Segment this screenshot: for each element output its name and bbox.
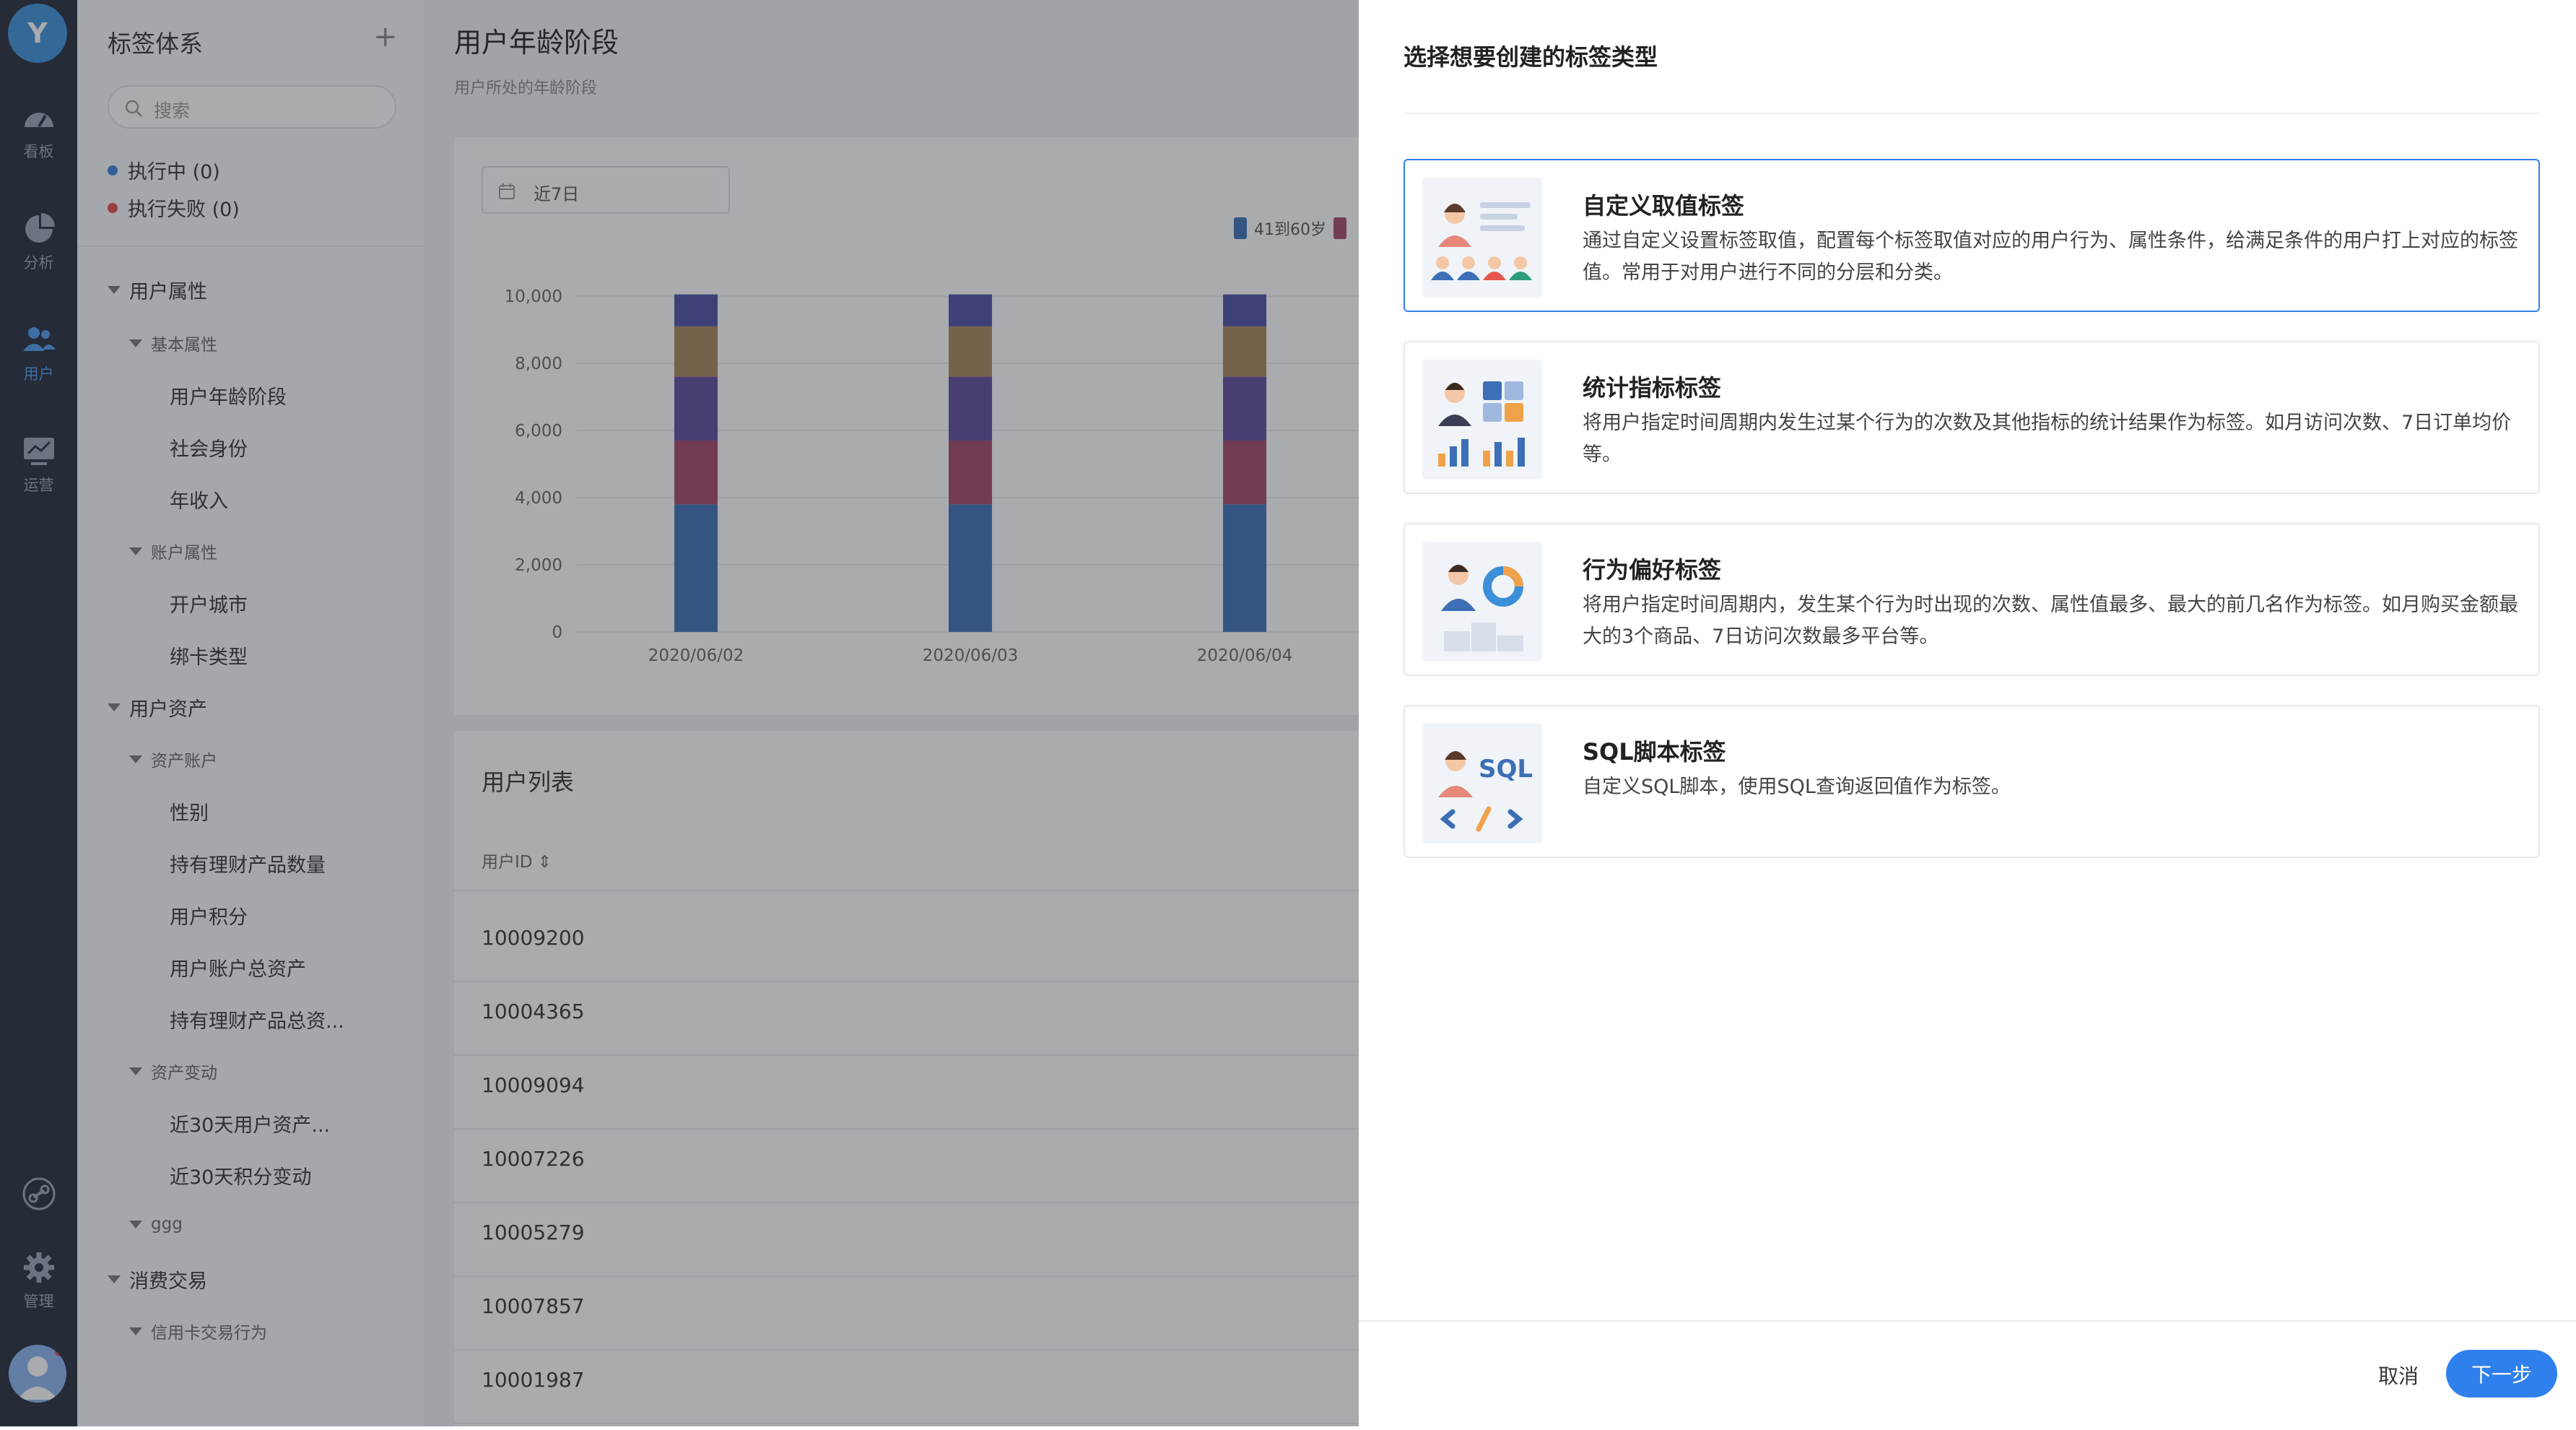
sql-illustration-icon: SQL bbox=[1422, 724, 1542, 844]
preference-illustration-icon bbox=[1422, 542, 1542, 662]
option-custom-value[interactable]: 自定义取值标签 通过自定义设置标签取值，配置每个标签取值对应的用户行为、属性条件… bbox=[1404, 159, 2540, 312]
option-title: SQL脚本标签 bbox=[1583, 738, 1726, 766]
option-preference[interactable]: 行为偏好标签 将用户指定时间周期内，发生某个行为时出现的次数、属性值最多、最大的… bbox=[1404, 523, 2540, 676]
tag-type-drawer: 选择想要创建的标签类型 自定义取值标签 通过自定义设置标签取值，配置每个标签取值… bbox=[1359, 0, 2576, 1426]
option-description: 通过自定义设置标签取值，配置每个标签取值对应的用户行为、属性条件，给满足条件的用… bbox=[1583, 230, 2518, 284]
option-statistics[interactable]: 统计指标标签 将用户指定时间周期内发生过某个行为的次数及其他指标的统计结果作为标… bbox=[1404, 341, 2540, 494]
option-title: 行为偏好标签 bbox=[1583, 556, 1722, 584]
next-step-button[interactable]: 下一步 bbox=[2446, 1350, 2557, 1398]
option-title: 自定义取值标签 bbox=[1583, 192, 1745, 220]
cancel-button[interactable]: 取消 bbox=[2371, 1352, 2426, 1398]
option-description: 将用户指定时间周期内，发生某个行为时出现的次数、属性值最多、最大的前几名作为标签… bbox=[1583, 594, 2518, 648]
statistics-illustration-icon bbox=[1422, 360, 1542, 480]
option-title: 统计指标标签 bbox=[1583, 374, 1722, 402]
option-description: 自定义SQL脚本，使用SQL查询返回值作为标签。 bbox=[1583, 776, 2011, 798]
option-description: 将用户指定时间周期内发生过某个行为的次数及其他指标的统计结果作为标签。如月访问次… bbox=[1583, 412, 2512, 466]
modal-mask[interactable] bbox=[0, 0, 1359, 1426]
sql-illustration-text: SQL bbox=[1479, 755, 1533, 784]
custom-value-illustration-icon bbox=[1422, 178, 1542, 298]
divider bbox=[1359, 1320, 2576, 1322]
divider bbox=[1404, 113, 2540, 114]
drawer-title: 选择想要创建的标签类型 bbox=[1404, 43, 1658, 71]
option-sql[interactable]: SQL SQL脚本标签 自定义SQL脚本，使用SQL查询返回值作为标签。 bbox=[1404, 705, 2540, 858]
